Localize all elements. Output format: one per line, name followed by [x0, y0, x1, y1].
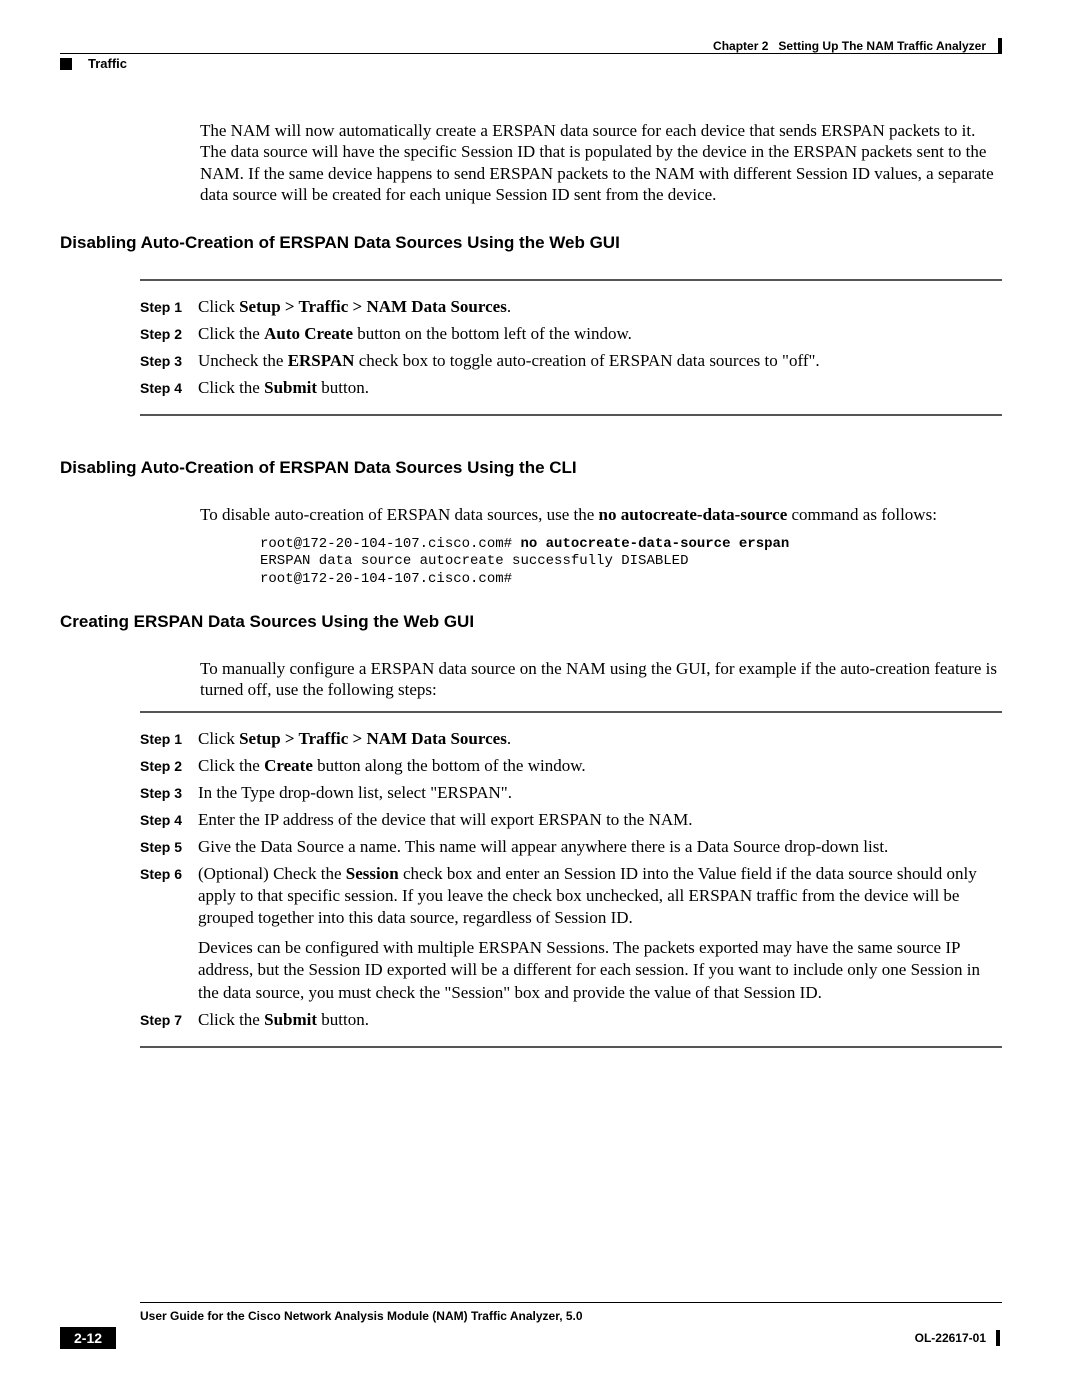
step-row: Step 1 Click Setup > Traffic > NAM Data … [140, 296, 1002, 318]
step-content: (Optional) Check the Session check box a… [198, 863, 1002, 1004]
step-content: Click the Submit button. [198, 377, 1002, 399]
step-label: Step 1 [140, 296, 198, 318]
step-row: Step 6 (Optional) Check the Session chec… [140, 863, 1002, 1004]
doc-id: OL-22617-01 [915, 1330, 1002, 1346]
step-row: Step 4 Click the Submit button. [140, 377, 1002, 399]
step-label: Step 2 [140, 755, 198, 777]
section-name: Traffic [88, 56, 127, 71]
chapter-label: Chapter 2 [713, 39, 778, 53]
step-content: Enter the IP address of the device that … [198, 809, 1002, 831]
steps-disable-webgui: Step 1 Click Setup > Traffic > NAM Data … [140, 279, 1002, 416]
step-row: Step 3 Uncheck the ERSPAN check box to t… [140, 350, 1002, 372]
step-label: Step 7 [140, 1009, 198, 1031]
step-label: Step 5 [140, 836, 198, 858]
step-label: Step 4 [140, 809, 198, 831]
step-content: Uncheck the ERSPAN check box to toggle a… [198, 350, 1002, 372]
step-label: Step 6 [140, 863, 198, 1004]
footer-rule [140, 1302, 1002, 1303]
step-content: Click Setup > Traffic > NAM Data Sources… [198, 296, 1002, 318]
footer-guide-title: User Guide for the Cisco Network Analysi… [140, 1309, 1002, 1323]
step-row: Step 3 In the Type drop-down list, selec… [140, 782, 1002, 804]
chapter-title: Setting Up The NAM Traffic Analyzer [778, 39, 992, 53]
step-content: Give the Data Source a name. This name w… [198, 836, 1002, 858]
cli-intro-paragraph: To disable auto-creation of ERSPAN data … [200, 504, 1002, 525]
page-footer: User Guide for the Cisco Network Analysi… [60, 1302, 1002, 1349]
step-row: Step 1 Click Setup > Traffic > NAM Data … [140, 728, 1002, 750]
step-content: Click Setup > Traffic > NAM Data Sources… [198, 728, 1002, 750]
step-row: Step 2 Click the Auto Create button on t… [140, 323, 1002, 345]
page-number-badge: 2-12 [60, 1327, 116, 1349]
square-bullet-icon [60, 58, 72, 70]
cli-code-block: root@172-20-104-107.cisco.com# no autocr… [260, 536, 1002, 589]
step-row: Step 5 Give the Data Source a name. This… [140, 836, 1002, 858]
footer-bar-icon [996, 1330, 1000, 1346]
step-row: Step 4 Enter the IP address of the devic… [140, 809, 1002, 831]
step-content: Click the Auto Create button on the bott… [198, 323, 1002, 345]
intro-paragraph: The NAM will now automatically create a … [200, 120, 1002, 205]
step-content: In the Type drop-down list, select "ERSP… [198, 782, 1002, 804]
step-label: Step 4 [140, 377, 198, 399]
step-label: Step 3 [140, 782, 198, 804]
step-row: Step 2 Click the Create button along the… [140, 755, 1002, 777]
step-content: Click the Submit button. [198, 1009, 1002, 1031]
step-label: Step 3 [140, 350, 198, 372]
create-intro-paragraph: To manually configure a ERSPAN data sour… [200, 658, 1002, 701]
step-label: Step 1 [140, 728, 198, 750]
section-breadcrumb: Traffic [60, 56, 127, 71]
heading-disable-cli: Disabling Auto-Creation of ERSPAN Data S… [60, 458, 1002, 478]
heading-create-webgui: Creating ERSPAN Data Sources Using the W… [60, 612, 1002, 632]
heading-disable-webgui: Disabling Auto-Creation of ERSPAN Data S… [60, 233, 1002, 253]
header-bar-icon [998, 38, 1002, 54]
step-row: Step 7 Click the Submit button. [140, 1009, 1002, 1031]
page-header: Chapter 2 Setting Up The NAM Traffic Ana… [713, 38, 1002, 54]
steps-create-webgui: Step 1 Click Setup > Traffic > NAM Data … [140, 711, 1002, 1048]
step-label: Step 2 [140, 323, 198, 345]
step-content: Click the Create button along the bottom… [198, 755, 1002, 777]
